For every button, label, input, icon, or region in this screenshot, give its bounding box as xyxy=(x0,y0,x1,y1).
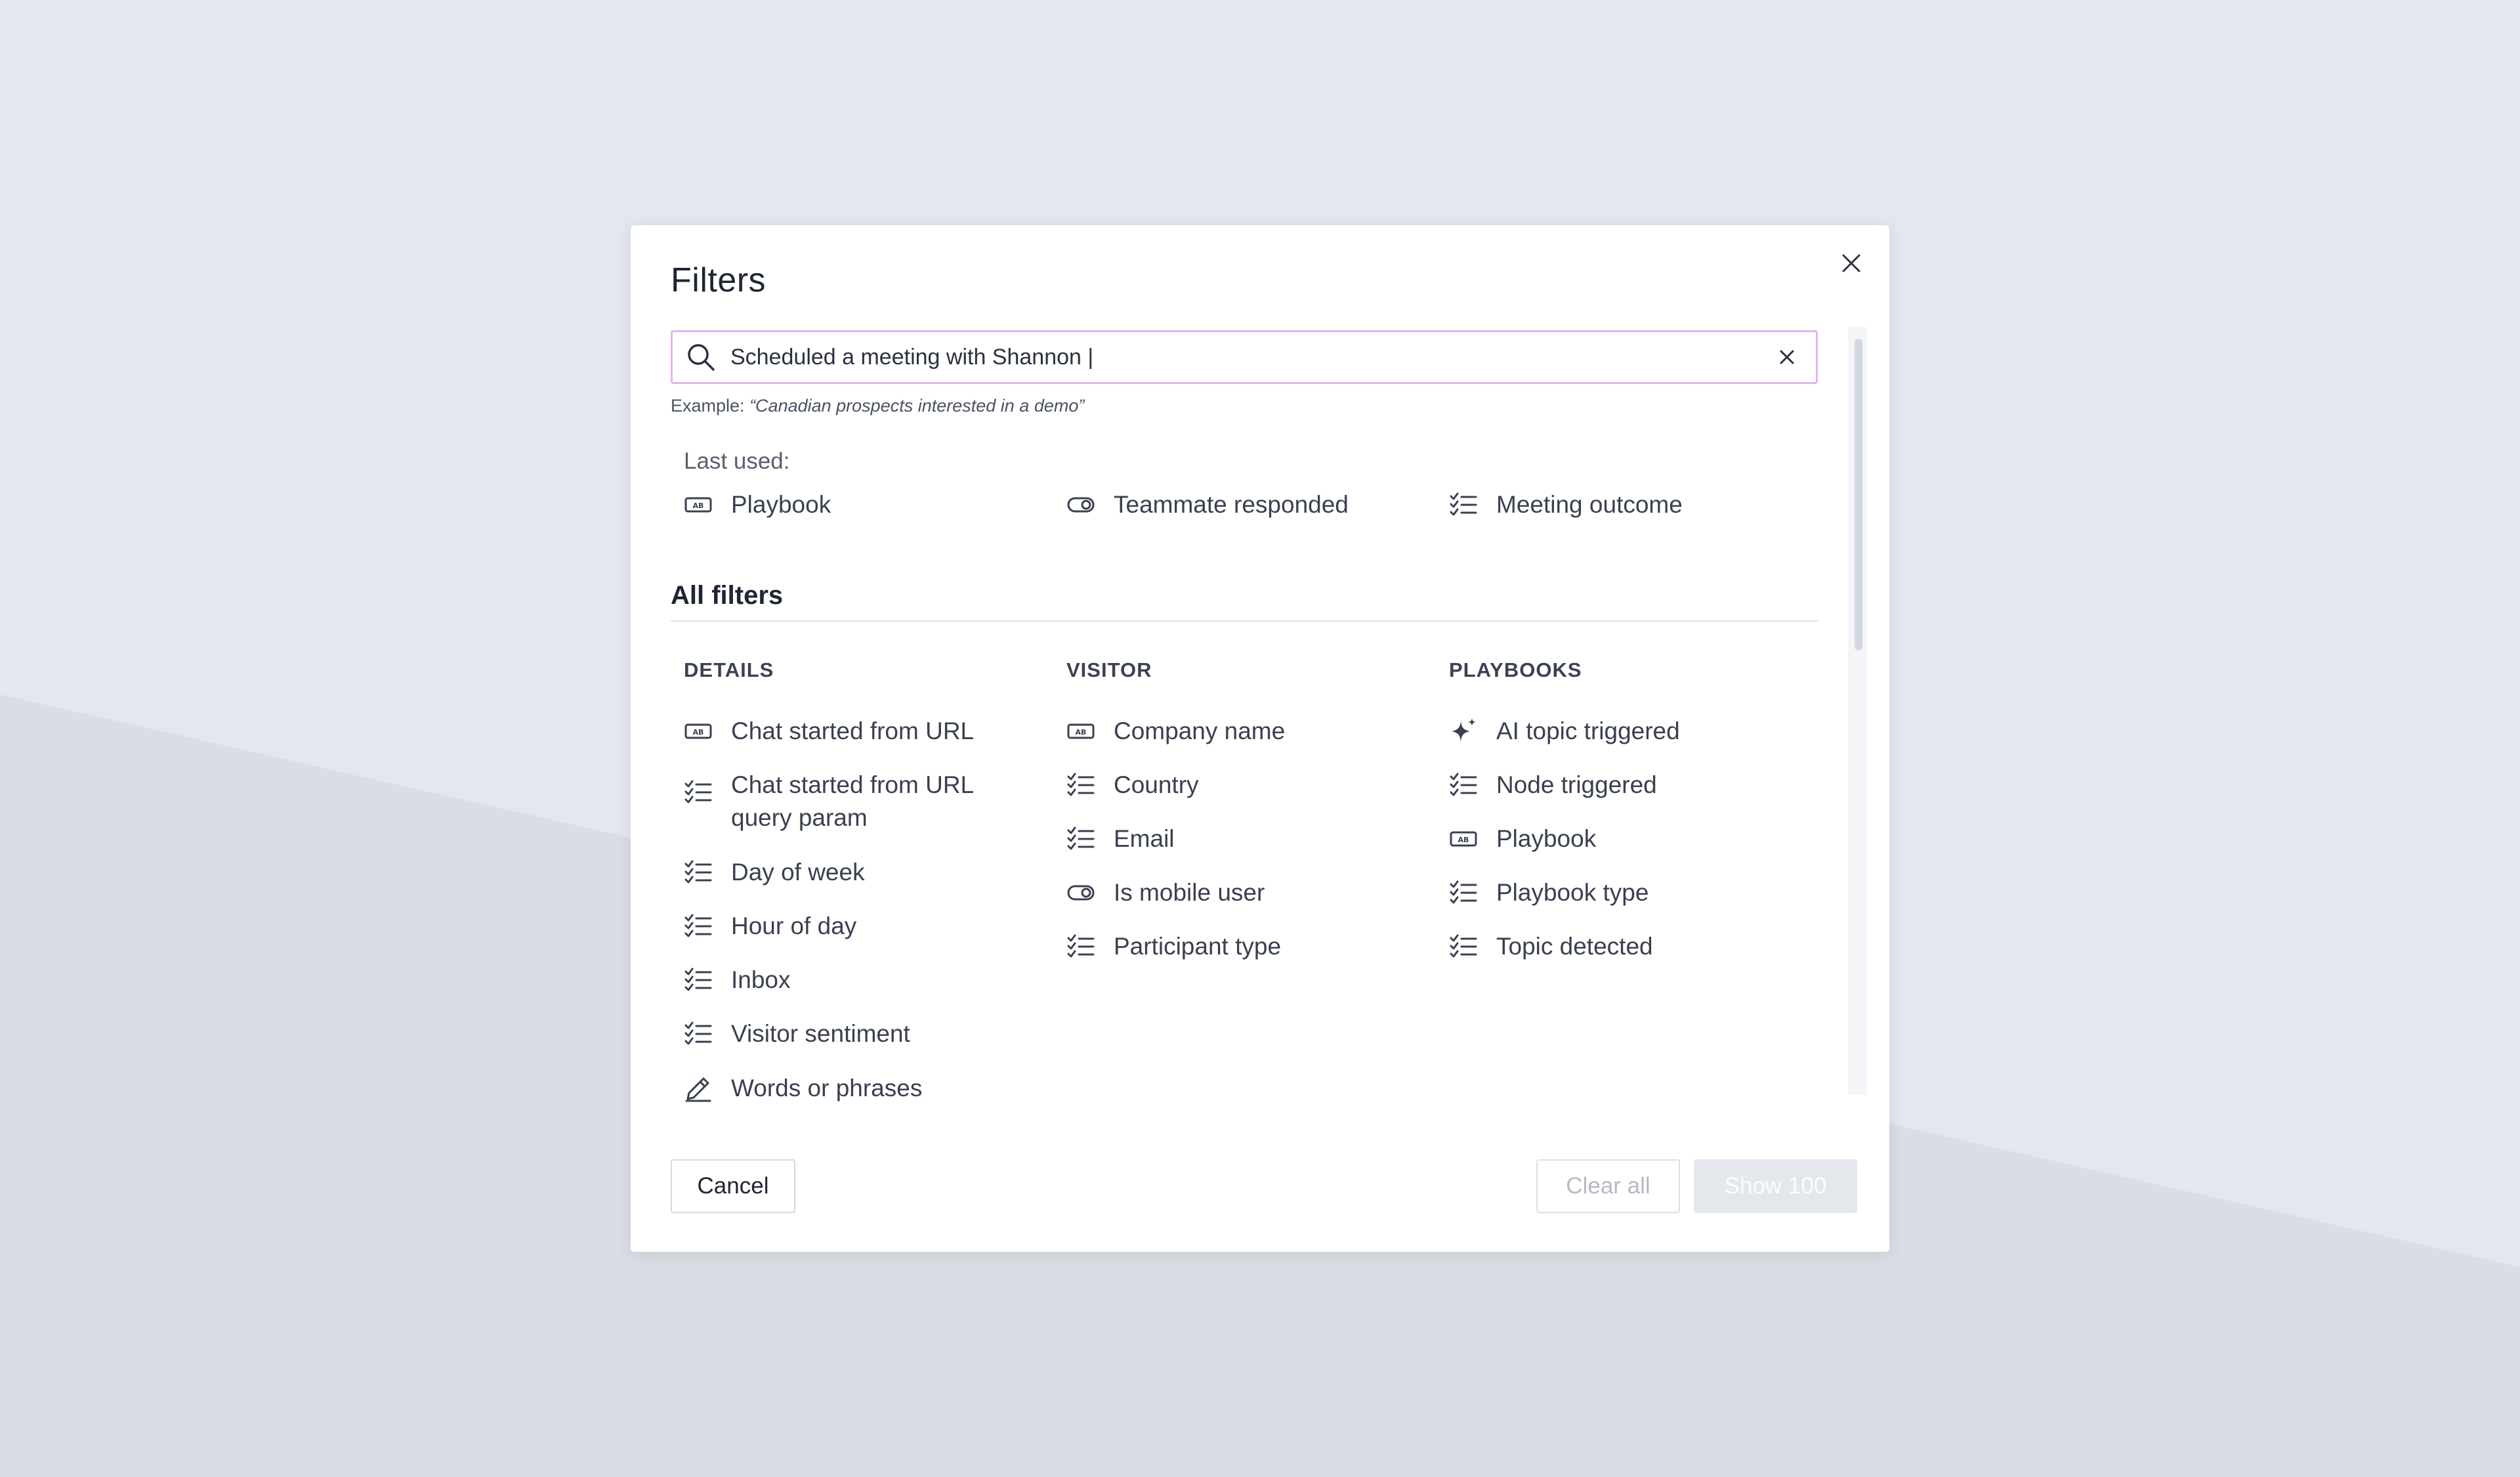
filter-item-label: Inbox xyxy=(731,966,791,993)
toggle-icon xyxy=(1067,885,1095,901)
checklist-icon xyxy=(684,1021,712,1045)
filter-item-country[interactable]: Country xyxy=(1066,771,1199,802)
scrollbar[interactable] xyxy=(1849,327,1867,1095)
pencil-icon xyxy=(685,1077,711,1102)
clear-all-button[interactable]: Clear all xyxy=(1536,1159,1680,1213)
filter-item-label: Playbook type xyxy=(1496,879,1649,906)
close-button[interactable] xyxy=(1833,245,1870,282)
filter-item-words-or-phrases[interactable]: Words or phrases xyxy=(684,1075,922,1105)
last-used-item-playbook[interactable]: AB Playbook xyxy=(684,491,831,521)
last-used-label: Last used: xyxy=(684,448,790,474)
search-input[interactable] xyxy=(730,337,1767,377)
filter-item-label: AI topic triggered xyxy=(1496,717,1680,744)
filter-item-label: Words or phrases xyxy=(731,1075,923,1102)
filter-item-label: Chat started from URL xyxy=(731,717,975,744)
svg-text:AB: AB xyxy=(693,502,704,510)
search-example: Example: “Canadian prospects interested … xyxy=(671,396,1084,416)
filter-item-node-triggered[interactable]: Node triggered xyxy=(1449,771,1657,802)
filter-item-chat-started-from-url[interactable]: AB Chat started from URL xyxy=(684,717,974,748)
svg-text:AB: AB xyxy=(1076,728,1087,737)
clear-search-button[interactable] xyxy=(1767,337,1807,377)
svg-text:AB: AB xyxy=(693,728,704,737)
filter-item-inbox[interactable]: Inbox xyxy=(684,966,791,996)
checklist-icon xyxy=(1450,934,1477,958)
filter-item-label: Node triggered xyxy=(1496,771,1657,798)
checklist-icon xyxy=(1450,880,1477,904)
filter-item-topic-detected[interactable]: Topic detected xyxy=(1449,933,1653,963)
example-text: “Canadian prospects interested in a demo… xyxy=(749,396,1085,416)
last-used-item-meeting-outcome[interactable]: Meeting outcome xyxy=(1449,491,1683,521)
filters-scroll-area: Example: “Canadian prospects interested … xyxy=(671,330,1818,1102)
checklist-icon xyxy=(684,968,712,991)
column-heading-visitor: VISITOR xyxy=(1066,658,1152,681)
filter-item-label: Country xyxy=(1114,771,1199,798)
filter-item-label: Day of week xyxy=(731,859,865,886)
filter-item-email[interactable]: Email xyxy=(1066,825,1175,855)
column-heading-playbooks: PLAYBOOKS xyxy=(1449,658,1582,681)
text-field-icon: AB xyxy=(684,723,712,739)
search-icon xyxy=(688,344,715,371)
filter-item-label: Is mobile user xyxy=(1114,879,1265,906)
last-used-item-label: Teammate responded xyxy=(1114,491,1349,518)
sparkle-icon xyxy=(1452,718,1476,742)
filter-item-label: Playbook xyxy=(1496,825,1597,852)
filter-item-label: Chat started from URL query param xyxy=(731,771,973,831)
close-icon xyxy=(1780,350,1794,364)
checklist-icon xyxy=(684,860,712,884)
filters-modal: Filters Example: “Canadian prospects int… xyxy=(631,225,1889,1252)
filter-item-participant-type[interactable]: Participant type xyxy=(1066,933,1281,963)
filter-item-label: Topic detected xyxy=(1496,933,1653,960)
last-used-item-label: Meeting outcome xyxy=(1496,491,1683,518)
checklist-icon xyxy=(684,780,712,803)
last-used-item-teammate-responded[interactable]: Teammate responded xyxy=(1066,491,1349,521)
example-prefix: Example: xyxy=(671,396,750,416)
checklist-icon xyxy=(1450,773,1477,796)
column-heading-details: DETAILS xyxy=(684,658,774,681)
filter-item-chat-started-from-url-query-param[interactable]: Chat started from URL query param xyxy=(684,771,1025,834)
checklist-icon xyxy=(1067,934,1095,958)
checklist-icon xyxy=(1450,492,1477,516)
last-used-item-label: Playbook xyxy=(731,491,831,518)
filter-item-ai-topic-triggered[interactable]: AI topic triggered xyxy=(1449,717,1680,748)
toggle-icon xyxy=(1067,497,1095,513)
show-results-button[interactable]: Show 100 xyxy=(1694,1159,1857,1213)
filter-item-is-mobile-user[interactable]: Is mobile user xyxy=(1066,879,1265,909)
filter-item-hour-of-day[interactable]: Hour of day xyxy=(684,912,856,943)
filter-item-label: Visitor sentiment xyxy=(731,1020,910,1047)
svg-text:AB: AB xyxy=(1458,836,1469,844)
filter-item-playbook[interactable]: AB Playbook xyxy=(1449,825,1596,855)
filter-item-label: Participant type xyxy=(1114,933,1282,960)
filter-item-company-name[interactable]: AB Company name xyxy=(1066,717,1285,748)
close-icon xyxy=(1842,254,1860,272)
text-field-icon: AB xyxy=(1450,831,1477,847)
checklist-icon xyxy=(684,914,712,937)
modal-title: Filters xyxy=(671,261,766,299)
all-filters-heading: All filters xyxy=(671,581,784,610)
filter-item-visitor-sentiment[interactable]: Visitor sentiment xyxy=(684,1020,910,1050)
scrollbar-thumb[interactable] xyxy=(1855,339,1862,651)
search-box[interactable] xyxy=(671,330,1818,384)
filter-item-playbook-type[interactable]: Playbook type xyxy=(1449,879,1648,909)
filter-item-label: Hour of day xyxy=(731,912,857,939)
cancel-button[interactable]: Cancel xyxy=(671,1159,795,1213)
filter-item-label: Email xyxy=(1114,825,1175,852)
divider xyxy=(671,620,1818,622)
filter-item-day-of-week[interactable]: Day of week xyxy=(684,859,865,889)
text-field-icon: AB xyxy=(684,497,712,513)
checklist-icon xyxy=(1067,826,1095,850)
text-field-icon: AB xyxy=(1067,723,1095,739)
filter-item-label: Company name xyxy=(1114,717,1286,744)
checklist-icon xyxy=(1067,773,1095,796)
